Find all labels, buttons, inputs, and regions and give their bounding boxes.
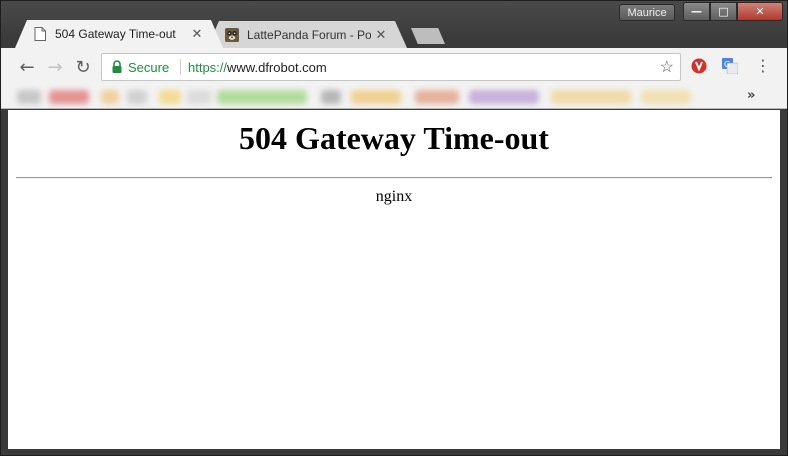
lattepanda-favicon-icon [225, 27, 239, 43]
minimize-button[interactable]: — [683, 2, 710, 21]
bookmark-item[interactable] [217, 90, 307, 104]
url-scheme: https:// [188, 60, 228, 75]
bookmark-item[interactable] [415, 90, 459, 104]
forward-arrow-icon: → [47, 56, 63, 78]
bookmarks-overflow-icon[interactable]: » [747, 88, 755, 103]
url-host: www.dfrobot.com [227, 60, 327, 75]
bookmark-item[interactable] [159, 90, 181, 104]
bookmark-item[interactable] [101, 90, 119, 104]
server-name: nginx [375, 188, 413, 205]
adblock-extension-icon[interactable] [691, 58, 707, 74]
page-icon [33, 26, 47, 42]
maximize-icon: □ [718, 5, 729, 18]
close-window-button[interactable]: ✕ [737, 2, 783, 21]
bookmark-item[interactable] [321, 90, 341, 104]
bookmark-item[interactable] [49, 90, 89, 104]
url-text[interactable]: https://www.dfrobot.com [188, 60, 327, 75]
more-vert-icon: ⋮ [755, 56, 771, 75]
bookmarks-bar: » [1, 85, 787, 109]
omnibox-divider [180, 59, 181, 75]
reload-icon: ↻ [75, 56, 91, 78]
bookmark-item[interactable] [551, 90, 631, 104]
lock-icon [112, 60, 122, 73]
bookmark-item[interactable] [351, 90, 401, 104]
minimize-icon: — [691, 5, 702, 18]
translate-extension-icon[interactable]: G [722, 58, 738, 74]
tab-close-icon[interactable]: ✕ [187, 26, 207, 42]
profile-button[interactable]: Maurice [619, 4, 675, 21]
page-content: 504 Gateway Time-out nginx [8, 110, 780, 449]
forward-button[interactable]: → [45, 56, 65, 78]
bookmark-item[interactable] [187, 90, 211, 104]
close-icon: ✕ [755, 5, 765, 18]
back-arrow-icon: ← [19, 56, 35, 78]
bookmark-item[interactable] [641, 90, 691, 104]
bookmark-item[interactable] [127, 90, 147, 104]
divider [16, 177, 772, 179]
toolbar: ← → ↻ Secure https://www.dfrobot.com ☆ G… [1, 48, 787, 85]
address-bar[interactable]: Secure https://www.dfrobot.com ☆ [101, 53, 681, 81]
chrome-menu-button[interactable]: ⋮ [755, 57, 771, 75]
page-heading: 504 Gateway Time-out [239, 120, 549, 156]
tab-lattepanda-forum[interactable]: LattePanda Forum - Post ✕ [207, 21, 407, 48]
svg-text:G: G [724, 60, 730, 69]
tab-close-icon[interactable]: ✕ [371, 27, 391, 43]
tab-504-gateway-timeout[interactable]: 504 Gateway Time-out ✕ [15, 20, 223, 48]
browser-window: Maurice — □ ✕ LattePanda Forum - Post ✕ [0, 0, 788, 456]
reload-button[interactable]: ↻ [73, 56, 93, 78]
bookmark-item[interactable] [17, 90, 41, 104]
bookmark-item[interactable] [469, 90, 539, 104]
secure-label[interactable]: Secure [128, 60, 169, 75]
tab-title: 504 Gateway Time-out [55, 27, 176, 41]
maximize-button[interactable]: □ [710, 2, 737, 21]
back-button[interactable]: ← [17, 56, 37, 78]
tab-title: LattePanda Forum - Post [247, 27, 371, 42]
bookmark-star-icon[interactable]: ☆ [660, 57, 674, 77]
